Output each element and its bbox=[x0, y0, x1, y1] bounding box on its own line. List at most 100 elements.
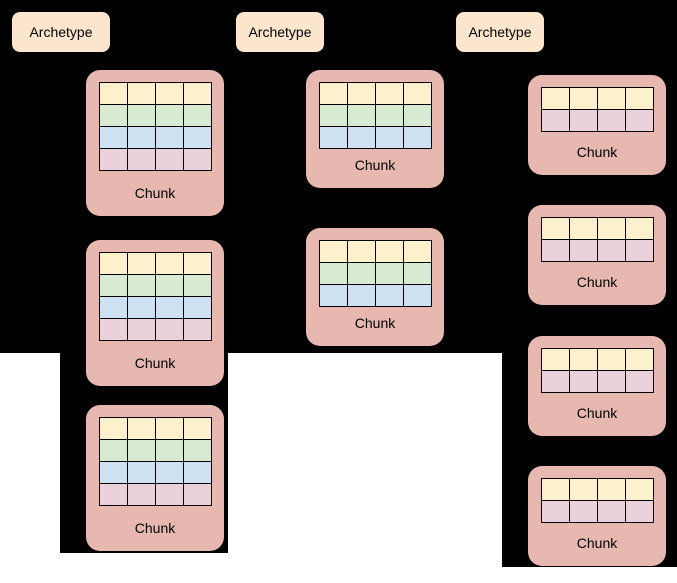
archetype-label-1[interactable]: Archetype bbox=[12, 12, 110, 52]
chunk-grid-cell bbox=[99, 484, 128, 506]
chunk-grid-cell bbox=[403, 127, 432, 149]
chunk-grid-cell bbox=[99, 275, 128, 297]
chunk-grid-cell bbox=[99, 319, 128, 341]
chunk-grid-cell bbox=[99, 418, 128, 440]
chunk-grid-cell bbox=[127, 297, 156, 319]
chunk-grid-cell bbox=[127, 149, 156, 171]
archetype-label-2[interactable]: Archetype bbox=[236, 12, 324, 52]
chunk-grid-row bbox=[99, 297, 212, 319]
chunk-label: Chunk bbox=[576, 405, 618, 421]
chunk-grid-row bbox=[99, 418, 212, 440]
chunk-grid-cell bbox=[569, 349, 598, 371]
chunk-grid-cell bbox=[597, 371, 626, 393]
chunk-card[interactable]: Chunk bbox=[86, 405, 224, 551]
chunk-grid-cell bbox=[127, 440, 156, 462]
chunk-grid-cell bbox=[155, 127, 184, 149]
chunk-grid-cell bbox=[375, 241, 404, 263]
chunk-grid-cell bbox=[597, 240, 626, 262]
chunk-grid-cell bbox=[183, 297, 212, 319]
chunk-label: Chunk bbox=[576, 144, 618, 160]
chunk-grid-row bbox=[319, 241, 432, 263]
chunk-grid-cell bbox=[183, 253, 212, 275]
chunk-grid-cell bbox=[155, 149, 184, 171]
chunk-grid-cell bbox=[127, 253, 156, 275]
chunk-grid-row bbox=[319, 285, 432, 307]
chunk-grid-cell bbox=[319, 105, 348, 127]
chunk-label: Chunk bbox=[576, 535, 618, 551]
chunk-grid bbox=[318, 240, 432, 307]
chunk-grid-row bbox=[99, 253, 212, 275]
chunk-card[interactable]: Chunk bbox=[528, 205, 666, 305]
chunk-grid-cell bbox=[319, 127, 348, 149]
chunk-grid-cell bbox=[319, 263, 348, 285]
chunk-grid-cell bbox=[183, 105, 212, 127]
chunk-card[interactable]: Chunk bbox=[528, 75, 666, 175]
chunk-grid bbox=[98, 82, 212, 171]
chunk-grid-cell bbox=[541, 110, 570, 132]
chunk-grid-cell bbox=[625, 479, 654, 501]
chunk-grid-cell bbox=[155, 105, 184, 127]
chunk-grid-cell bbox=[347, 241, 376, 263]
chunk-card[interactable]: Chunk bbox=[86, 240, 224, 386]
chunk-grid-row bbox=[319, 83, 432, 105]
chunk-grid-cell bbox=[347, 105, 376, 127]
chunk-grid-cell bbox=[155, 275, 184, 297]
archetype-label-3[interactable]: Archetype bbox=[456, 12, 544, 52]
chunk-label: Chunk bbox=[354, 315, 396, 331]
chunk-grid-cell bbox=[183, 462, 212, 484]
chunk-grid-cell bbox=[319, 83, 348, 105]
chunk-grid-cell bbox=[155, 297, 184, 319]
chunk-grid-cell bbox=[155, 484, 184, 506]
chunk-grid-cell bbox=[569, 371, 598, 393]
chunk-card[interactable]: Chunk bbox=[86, 70, 224, 216]
chunk-grid-cell bbox=[347, 127, 376, 149]
chunk-grid-cell bbox=[541, 349, 570, 371]
chunk-label: Chunk bbox=[576, 274, 618, 290]
chunk-grid-cell bbox=[569, 88, 598, 110]
chunk-grid-row bbox=[99, 484, 212, 506]
chunk-grid-cell bbox=[403, 83, 432, 105]
chunk-grid-cell bbox=[375, 263, 404, 285]
chunk-grid-cell bbox=[183, 440, 212, 462]
chunk-grid-cell bbox=[625, 88, 654, 110]
chunk-grid-cell bbox=[625, 240, 654, 262]
chunk-grid-cell bbox=[403, 285, 432, 307]
chunk-grid-cell bbox=[183, 83, 212, 105]
chunk-grid-row bbox=[99, 127, 212, 149]
chunk-grid bbox=[540, 348, 654, 393]
chunk-card[interactable]: Chunk bbox=[306, 70, 444, 188]
chunk-grid bbox=[318, 82, 432, 149]
chunk-grid-cell bbox=[127, 83, 156, 105]
chunk-grid-cell bbox=[597, 349, 626, 371]
chunk-grid-cell bbox=[569, 479, 598, 501]
chunk-grid-row bbox=[541, 218, 654, 240]
chunk-grid-cell bbox=[127, 319, 156, 341]
chunk-grid-cell bbox=[99, 462, 128, 484]
chunk-grid-cell bbox=[403, 263, 432, 285]
chunk-grid-cell bbox=[127, 418, 156, 440]
chunk-card[interactable]: Chunk bbox=[528, 336, 666, 436]
chunk-grid-row bbox=[541, 349, 654, 371]
chunk-label: Chunk bbox=[354, 157, 396, 173]
chunk-grid-cell bbox=[183, 418, 212, 440]
chunk-grid-cell bbox=[625, 371, 654, 393]
chunk-grid-cell bbox=[99, 297, 128, 319]
chunk-grid-cell bbox=[99, 253, 128, 275]
diagram-canvas: Chunk Chunk Chunk Chunk Chunk Chunk Chunk Chunk… bbox=[0, 0, 677, 583]
chunk-grid-cell bbox=[319, 241, 348, 263]
chunk-grid-cell bbox=[597, 501, 626, 523]
chunk-grid-row bbox=[541, 371, 654, 393]
chunk-grid-cell bbox=[319, 285, 348, 307]
chunk-grid bbox=[540, 478, 654, 523]
chunk-grid-cell bbox=[625, 501, 654, 523]
chunk-grid-cell bbox=[625, 218, 654, 240]
chunk-grid-cell bbox=[597, 218, 626, 240]
chunk-card[interactable]: Chunk bbox=[528, 466, 666, 566]
chunk-grid-cell bbox=[183, 275, 212, 297]
chunk-grid-cell bbox=[541, 371, 570, 393]
chunk-grid-cell bbox=[375, 127, 404, 149]
chunk-grid-cell bbox=[99, 105, 128, 127]
chunk-grid-row bbox=[541, 240, 654, 262]
chunk-card[interactable]: Chunk bbox=[306, 228, 444, 346]
chunk-grid-cell bbox=[625, 349, 654, 371]
